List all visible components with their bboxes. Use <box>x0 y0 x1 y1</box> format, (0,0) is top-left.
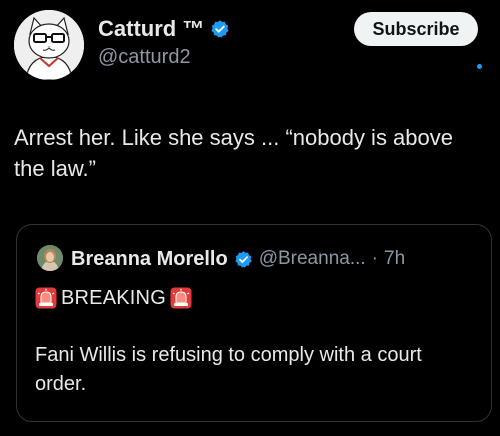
verified-badge-icon <box>210 19 230 39</box>
breaking-label: BREAKING <box>61 286 166 309</box>
quoted-timestamp[interactable]: 7h <box>384 248 405 270</box>
tweet: Catturd ™ @catturd2 Subscribe Arrest her… <box>0 0 500 436</box>
unread-dot-icon <box>477 64 482 69</box>
quoted-display-name[interactable]: Breanna Morello <box>71 248 228 271</box>
person-photo-avatar-icon <box>37 245 63 271</box>
quoted-body-text: Fani Willis is refusing to comply with a… <box>35 344 422 395</box>
verified-badge-icon <box>234 250 253 269</box>
quoted-separator: · <box>371 248 378 269</box>
author-display-name[interactable]: Catturd ™ <box>98 16 204 42</box>
quoted-post-card[interactable]: Breanna Morello @Breanna... · 7h BREAKIN… <box>16 224 492 422</box>
author-avatar[interactable] <box>14 10 84 80</box>
siren-icon <box>170 287 192 309</box>
quoted-handle[interactable]: @Breanna... <box>259 248 366 270</box>
post-text: Arrest her. Like she says ... “nobody is… <box>14 125 454 181</box>
author-handle[interactable]: @catturd2 <box>98 46 191 69</box>
quoted-header: Breanna Morello @Breanna... · 7h <box>71 246 405 272</box>
siren-icon <box>35 287 57 309</box>
cat-with-glasses-avatar-icon <box>14 10 84 80</box>
subscribe-button[interactable]: Subscribe <box>354 12 478 46</box>
author-name-row: Catturd ™ <box>98 16 230 42</box>
quoted-author-avatar[interactable] <box>37 245 63 271</box>
breaking-line: BREAKING <box>35 285 192 311</box>
